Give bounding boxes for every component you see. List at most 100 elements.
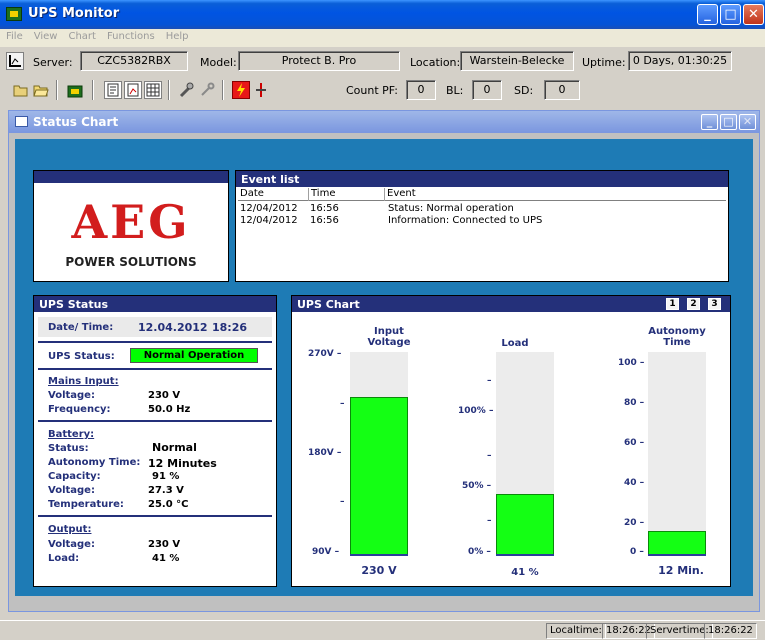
event-text: Information: Connected to UPS (388, 215, 543, 226)
frequency-label: Frequency: (48, 404, 111, 415)
menu-help[interactable]: Help (160, 29, 194, 42)
input-tick-minor: – (340, 399, 345, 409)
close-button[interactable]: ✕ (743, 4, 764, 25)
event-date: 12/04/2012 (240, 215, 298, 226)
status-chart-window: Status Chart _ □ ✕ AEG POWER SOLUTIONS E… (8, 110, 760, 612)
column-event[interactable]: Event (384, 188, 416, 201)
input-tick-minor: – (340, 497, 345, 507)
input-voltage-bar (350, 397, 408, 555)
status-chart-title-bar: Status Chart _ □ ✕ (9, 111, 759, 133)
load-value: 41 % (511, 567, 539, 578)
mains-input-heading: Mains Input: (48, 376, 119, 387)
child-close-button[interactable]: ✕ (739, 114, 756, 130)
ups-monitor-icon[interactable] (66, 81, 84, 99)
autonomy-track (648, 352, 706, 555)
load-title: Load (501, 338, 529, 349)
toolbar: Count PF: 0 BL: 0 SD: 0 (0, 77, 765, 103)
event-row[interactable]: 12/04/2012 16:56 Information: Connected … (238, 215, 726, 227)
event-row[interactable]: 12/04/2012 16:56 Status: Normal operatio… (238, 203, 726, 215)
ups-chart-panel: UPS Chart 1 2 3 Input Voltage 270V – – 1… (291, 295, 731, 587)
frequency-value: 50.0 Hz (148, 404, 191, 415)
autonomy-title-line2: Time (663, 337, 691, 348)
battery-status-value: Normal (152, 441, 197, 454)
toolbar-separator (168, 80, 170, 100)
input-voltage-title: Input Voltage (344, 326, 434, 348)
event-time: 16:56 (310, 215, 339, 226)
status-chart-canvas: AEG POWER SOLUTIONS Event list Date Time… (15, 139, 753, 596)
load-tick-50: 50% – (462, 481, 492, 491)
chart-page-2-button[interactable]: 2 (687, 298, 700, 310)
maximize-button[interactable]: □ (720, 4, 741, 25)
battery-voltage-label: Voltage: (48, 485, 95, 496)
servertime-label: Servertime: (646, 623, 713, 639)
bl-value: 0 (472, 80, 502, 100)
input-voltage-track (350, 352, 408, 555)
event-time: 16:56 (310, 203, 339, 214)
input-tick-270: 270V – (308, 349, 342, 359)
menu-view[interactable]: View (28, 29, 63, 42)
window-icon (15, 116, 28, 127)
ups-chart-title: UPS Chart (292, 296, 730, 312)
chart-icon[interactable] (6, 52, 24, 70)
child-minimize-button[interactable]: _ (701, 114, 718, 130)
server-value: CZC5382RBX (80, 51, 188, 71)
autonomy-tick-20: 20 – (624, 518, 645, 528)
column-time[interactable]: Time (308, 188, 335, 201)
power-fail-icon[interactable] (232, 81, 250, 99)
menu-chart[interactable]: Chart (62, 29, 100, 42)
plug-icon[interactable] (252, 81, 270, 99)
toolbar-separator (92, 80, 94, 100)
input-tick-90: 90V – (312, 547, 340, 557)
logo-subtitle: POWER SOLUTIONS (65, 255, 197, 269)
autonomy-tick-80: 80 – (624, 398, 645, 408)
menu-file[interactable]: File (0, 29, 28, 42)
column-date[interactable]: Date (238, 188, 264, 201)
event-list-header: Date Time Event (238, 188, 726, 201)
child-maximize-button[interactable]: □ (720, 114, 737, 130)
autonomy-time-title: Autonomy Time (632, 326, 722, 348)
chart-report-icon[interactable] (124, 81, 142, 99)
localtime-label: Localtime: (546, 623, 606, 639)
autonomy-value: 12 Minutes (148, 457, 217, 470)
load-tick-0-label: 0% (468, 547, 484, 557)
report-icon[interactable] (104, 81, 122, 99)
capacity-label: Capacity: (48, 471, 101, 482)
autonomy-tick-60-label: 60 (624, 438, 637, 448)
mains-voltage-label: Voltage: (48, 390, 95, 401)
app-icon (6, 7, 22, 21)
autonomy-tick-0: 0 – (630, 547, 644, 557)
wrench-icon[interactable] (198, 81, 216, 99)
autonomy-tick-100: 100 – (618, 358, 645, 368)
autonomy-value: 12 Min. (658, 564, 704, 577)
status-bar: Localtime: 18:26:22 Servertime: 18:26:22 (0, 620, 765, 640)
uptime-value: 0 Days, 01:30:25 (628, 51, 732, 71)
tools-icon[interactable] (178, 81, 196, 99)
temperature-value: 25.0 °C (148, 499, 189, 510)
ups-status-badge: Normal Operation (130, 348, 258, 363)
autonomy-tick-40: 40 – (624, 478, 645, 488)
logo-panel: AEG POWER SOLUTIONS (33, 170, 229, 282)
time-value: 18:26 (212, 321, 248, 334)
location-label: Location: (410, 56, 461, 69)
info-bar: Server: CZC5382RBX Model: Protect B. Pro… (0, 48, 765, 75)
capacity-value: 91 % (152, 471, 180, 482)
ups-status-panel: UPS Status Date/ Time: 12.04.2012 18:26 … (33, 295, 277, 587)
date-value: 12.04.2012 (138, 321, 208, 334)
input-tick-180: 180V – (308, 448, 342, 458)
location-value: Warstein-Belecke (460, 51, 574, 71)
autonomy-tick-80-label: 80 (624, 398, 637, 408)
chart-page-1-button[interactable]: 1 (666, 298, 679, 310)
open-icon[interactable] (32, 81, 50, 99)
battery-heading: Battery: (48, 429, 95, 440)
load-tick-minor: – (487, 516, 492, 526)
input-tick-90-label: 90V (312, 547, 332, 557)
menu-functions[interactable]: Functions (101, 29, 160, 42)
open-folder-icon[interactable] (12, 81, 30, 99)
divider (38, 368, 272, 370)
status-chart-title: Status Chart (33, 115, 119, 129)
divider (38, 341, 272, 343)
minimize-button[interactable]: _ (697, 4, 718, 25)
grid-report-icon[interactable] (144, 81, 162, 99)
model-label: Model: (200, 56, 237, 69)
chart-page-3-button[interactable]: 3 (708, 298, 721, 310)
